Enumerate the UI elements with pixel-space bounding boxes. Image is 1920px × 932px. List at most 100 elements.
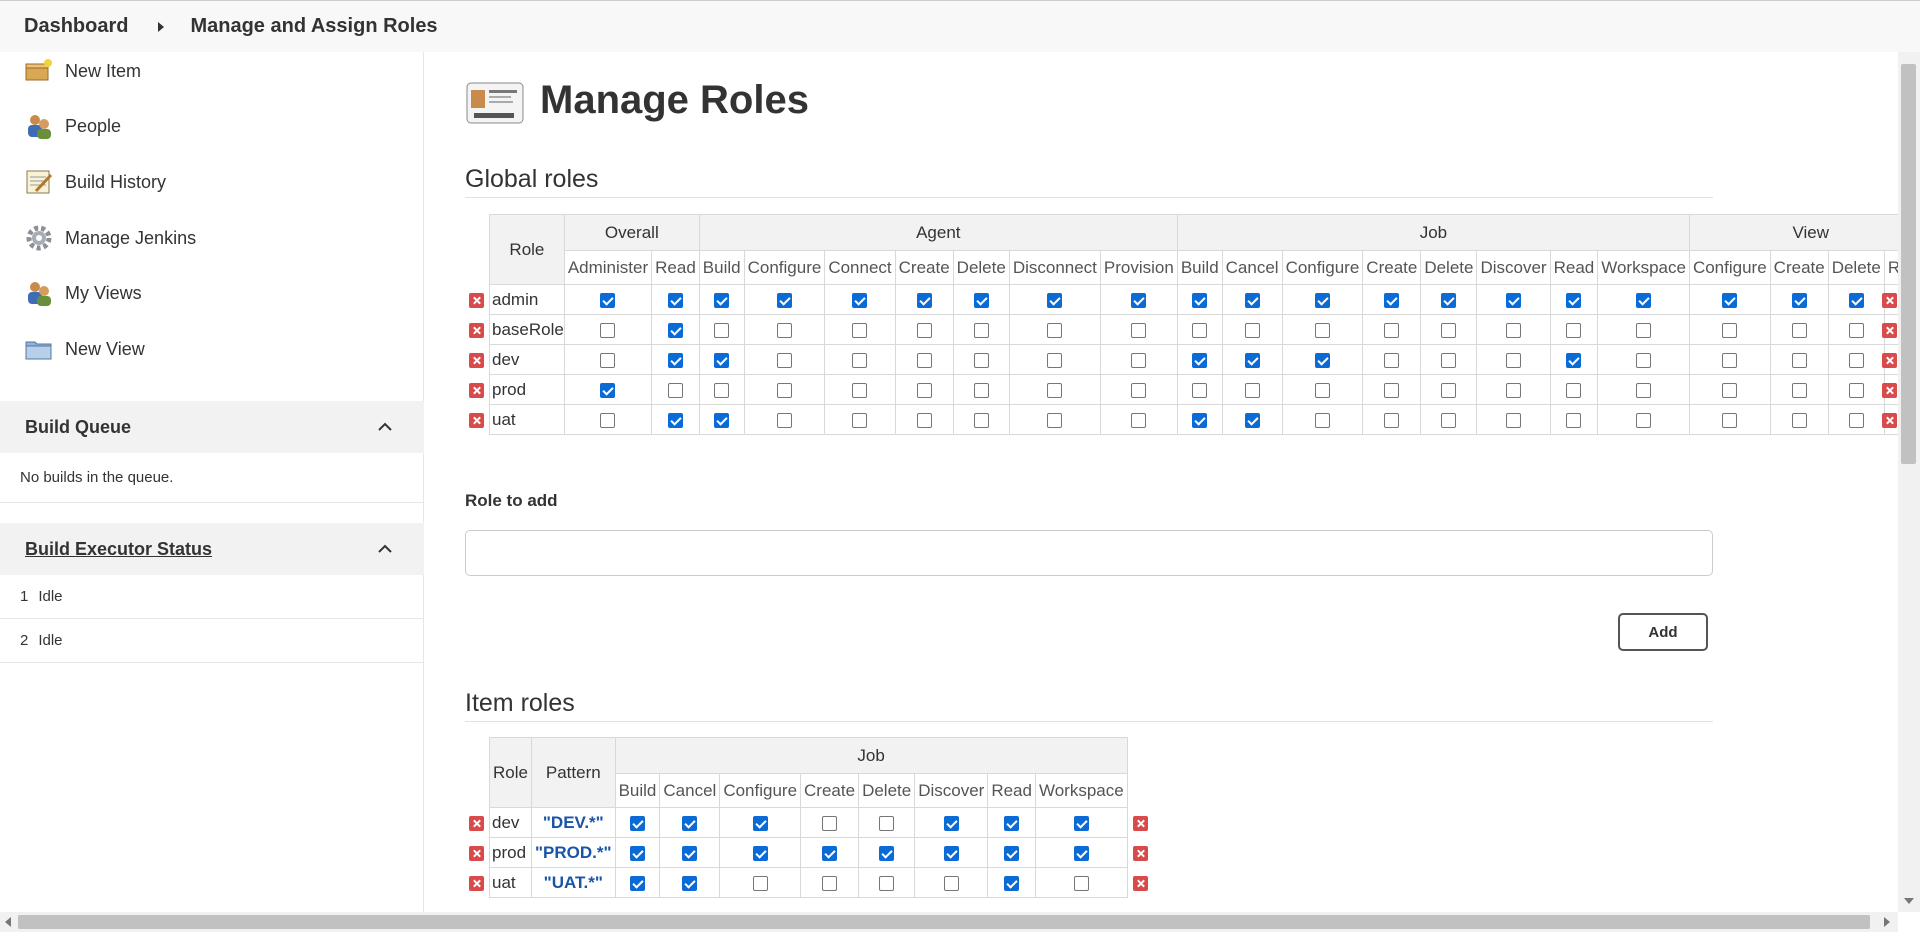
permission-checkbox[interactable] — [714, 382, 730, 398]
permission-checkbox[interactable] — [1384, 382, 1400, 398]
permission-checkbox[interactable] — [852, 382, 868, 398]
permission-checkbox[interactable] — [1047, 352, 1063, 368]
delete-role-icon[interactable] — [469, 292, 484, 308]
permission-checkbox-checked[interactable] — [1073, 815, 1089, 831]
delete-role-icon[interactable] — [1882, 322, 1897, 338]
permission-checkbox[interactable] — [1636, 412, 1652, 428]
permission-checkbox[interactable] — [1047, 382, 1063, 398]
permission-checkbox-checked[interactable] — [1384, 292, 1400, 308]
permission-checkbox[interactable] — [1636, 352, 1652, 368]
permission-checkbox[interactable] — [1192, 382, 1208, 398]
permission-checkbox-checked[interactable] — [852, 292, 868, 308]
permission-checkbox-checked[interactable] — [1722, 292, 1738, 308]
permission-checkbox[interactable] — [600, 412, 616, 428]
vertical-scrollbar[interactable] — [1898, 52, 1920, 912]
scroll-right-arrow-icon[interactable] — [1884, 917, 1890, 927]
permission-checkbox-checked[interactable] — [667, 412, 683, 428]
delete-role-icon[interactable] — [1132, 815, 1148, 831]
role-pattern-link[interactable]: "PROD.*" — [531, 837, 616, 868]
delete-role-icon[interactable] — [1882, 352, 1897, 368]
permission-checkbox[interactable] — [973, 412, 989, 428]
permission-checkbox[interactable] — [916, 412, 932, 428]
permission-checkbox[interactable] — [1791, 322, 1807, 338]
permission-checkbox[interactable] — [973, 322, 989, 338]
breadcrumb-current[interactable]: Manage and Assign Roles — [190, 15, 437, 38]
permission-checkbox-checked[interactable] — [1244, 412, 1260, 428]
permission-checkbox[interactable] — [1244, 382, 1260, 398]
permission-checkbox-checked[interactable] — [1506, 292, 1522, 308]
delete-role-icon[interactable] — [469, 875, 484, 891]
permission-checkbox[interactable] — [1192, 322, 1208, 338]
permission-checkbox[interactable] — [776, 322, 792, 338]
permission-checkbox-checked[interactable] — [822, 845, 838, 861]
permission-checkbox[interactable] — [1722, 352, 1738, 368]
permission-checkbox[interactable] — [1791, 412, 1807, 428]
permission-checkbox[interactable] — [1441, 382, 1457, 398]
sidebar-item-my-views[interactable]: My Views — [24, 275, 142, 311]
permission-checkbox-checked[interactable] — [1131, 292, 1147, 308]
permission-checkbox[interactable] — [1506, 412, 1522, 428]
permission-checkbox[interactable] — [1314, 412, 1330, 428]
permission-checkbox-checked[interactable] — [629, 845, 645, 861]
permission-checkbox[interactable] — [1722, 412, 1738, 428]
permission-checkbox[interactable] — [1848, 322, 1864, 338]
permission-checkbox-checked[interactable] — [629, 875, 645, 891]
permission-checkbox-checked[interactable] — [1192, 412, 1208, 428]
permission-checkbox[interactable] — [1314, 322, 1330, 338]
permission-checkbox[interactable] — [1506, 322, 1522, 338]
permission-checkbox-checked[interactable] — [943, 815, 959, 831]
permission-checkbox-checked[interactable] — [1244, 352, 1260, 368]
permission-checkbox[interactable] — [1506, 382, 1522, 398]
permission-checkbox[interactable] — [776, 382, 792, 398]
permission-checkbox[interactable] — [1131, 322, 1147, 338]
permission-checkbox-checked[interactable] — [629, 815, 645, 831]
permission-checkbox[interactable] — [852, 352, 868, 368]
permission-checkbox-checked[interactable] — [714, 352, 730, 368]
permission-checkbox[interactable] — [852, 322, 868, 338]
role-pattern-link[interactable]: "DEV.*" — [531, 807, 616, 838]
permission-checkbox-checked[interactable] — [1314, 292, 1330, 308]
permission-checkbox-checked[interactable] — [714, 412, 730, 428]
scrollbar-thumb[interactable] — [18, 915, 1870, 929]
permission-checkbox[interactable] — [916, 352, 932, 368]
sidebar-item-build-history[interactable]: Build History — [24, 164, 166, 200]
permission-checkbox[interactable] — [752, 875, 768, 891]
delete-role-icon[interactable] — [1132, 845, 1148, 861]
scroll-left-arrow-icon[interactable] — [5, 917, 11, 927]
permission-checkbox[interactable] — [1566, 382, 1582, 398]
permission-checkbox[interactable] — [1384, 352, 1400, 368]
chevron-up-icon[interactable] — [378, 420, 392, 434]
permission-checkbox[interactable] — [1848, 382, 1864, 398]
breadcrumb-dashboard[interactable]: Dashboard — [24, 15, 128, 38]
permission-checkbox[interactable] — [822, 875, 838, 891]
permission-checkbox-checked[interactable] — [600, 292, 616, 308]
permission-checkbox[interactable] — [916, 382, 932, 398]
permission-checkbox-checked[interactable] — [752, 815, 768, 831]
scrollbar-thumb[interactable] — [1901, 64, 1916, 464]
delete-role-icon[interactable] — [469, 322, 484, 338]
permission-checkbox-checked[interactable] — [1314, 352, 1330, 368]
permission-checkbox-checked[interactable] — [1004, 875, 1020, 891]
permission-checkbox[interactable] — [1314, 382, 1330, 398]
horizontal-scrollbar[interactable] — [0, 912, 1898, 932]
permission-checkbox[interactable] — [1506, 352, 1522, 368]
sidebar-item-new-item[interactable]: New Item — [24, 53, 141, 89]
delete-role-icon[interactable] — [1882, 412, 1897, 428]
permission-checkbox[interactable] — [1636, 322, 1652, 338]
permission-checkbox-checked[interactable] — [879, 845, 895, 861]
permission-checkbox[interactable] — [916, 322, 932, 338]
permission-checkbox[interactable] — [600, 322, 616, 338]
permission-checkbox-checked[interactable] — [1566, 352, 1582, 368]
permission-checkbox[interactable] — [973, 352, 989, 368]
permission-checkbox[interactable] — [1722, 322, 1738, 338]
permission-checkbox-checked[interactable] — [667, 322, 683, 338]
permission-checkbox[interactable] — [1131, 382, 1147, 398]
delete-role-icon[interactable] — [1132, 875, 1148, 891]
permission-checkbox[interactable] — [1848, 352, 1864, 368]
permission-checkbox[interactable] — [822, 815, 838, 831]
permission-checkbox[interactable] — [1791, 352, 1807, 368]
permission-checkbox-checked[interactable] — [1791, 292, 1807, 308]
add-role-button[interactable]: Add — [1618, 613, 1708, 651]
permission-checkbox[interactable] — [879, 875, 895, 891]
permission-checkbox-checked[interactable] — [1566, 292, 1582, 308]
